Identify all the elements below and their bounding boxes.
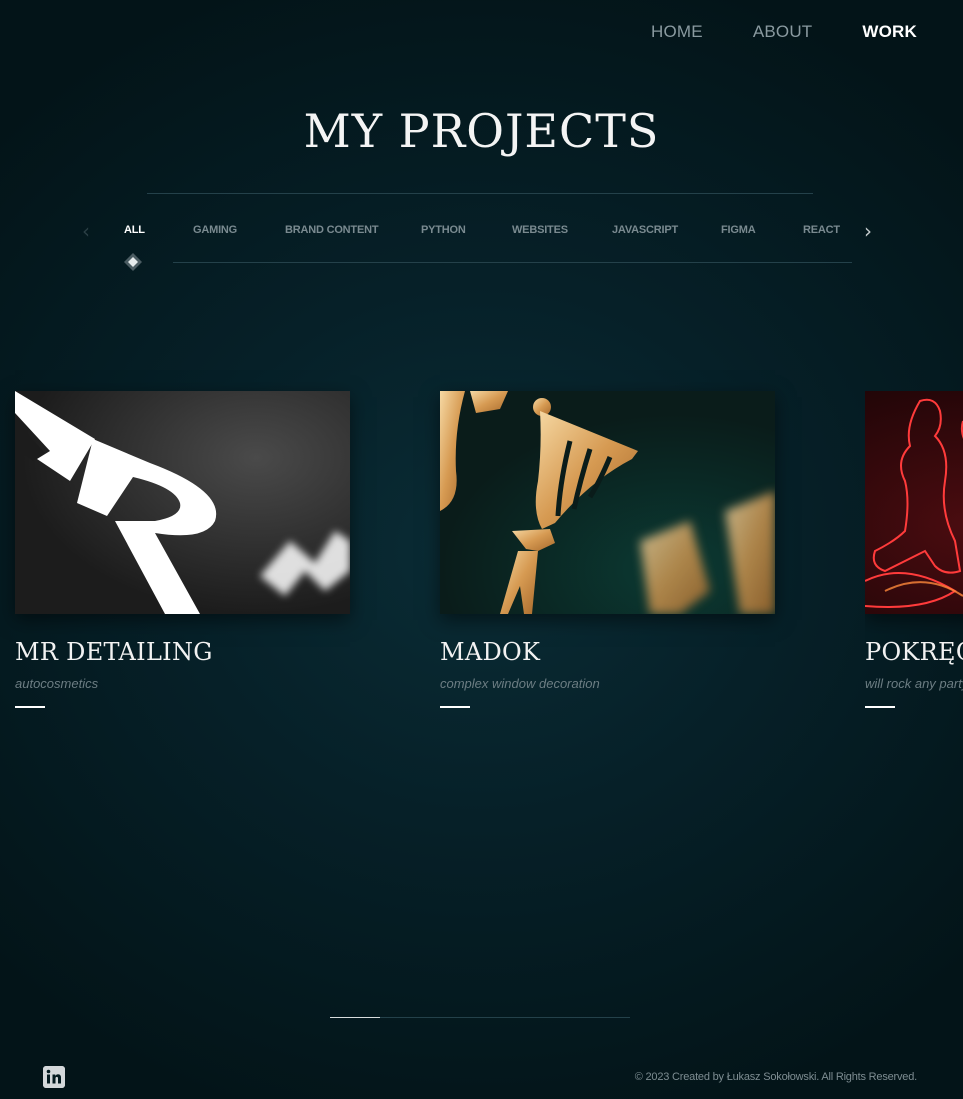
filter-next-arrow-icon[interactable]: › xyxy=(864,221,872,241)
project-image-pokrecone[interactable] xyxy=(865,391,963,614)
nav-about-link[interactable]: ABOUT xyxy=(753,22,813,42)
project-title: MADOK xyxy=(440,638,541,666)
filter-tab-react[interactable]: REACT xyxy=(803,224,840,236)
project-card[interactable]: MADOK complex window decoration xyxy=(440,391,775,708)
filter-tab-javascript[interactable]: JAVASCRIPT xyxy=(612,224,678,236)
filter-tab-figma[interactable]: FIGMA xyxy=(721,224,756,236)
project-subtitle: will rock any party xyxy=(865,676,963,691)
project-card[interactable]: MR DETAILING autocosmetics xyxy=(15,391,350,708)
page-title: MY PROJECTS xyxy=(303,104,660,158)
project-underline xyxy=(15,706,45,708)
slider-progress-track[interactable] xyxy=(330,1017,630,1018)
filter-tab-python[interactable]: PYTHON xyxy=(421,224,466,236)
main-nav: HOME ABOUT WORK xyxy=(651,22,917,42)
title-divider xyxy=(147,193,813,194)
filter-tab-websites[interactable]: WEBSITES xyxy=(512,224,568,236)
filter-tab-all[interactable]: ALL xyxy=(124,224,145,236)
filter-divider xyxy=(173,262,852,263)
project-underline xyxy=(440,706,470,708)
project-title: POKRĘCONE xyxy=(865,638,963,666)
project-subtitle: complex window decoration xyxy=(440,676,600,691)
project-image-madok[interactable] xyxy=(440,391,775,614)
project-subtitle: autocosmetics xyxy=(15,676,99,691)
filter-tab-gaming[interactable]: GAMING xyxy=(193,224,237,236)
copyright-text: © 2023 Created by Łukasz Sokołowski. All… xyxy=(634,1071,917,1083)
linkedin-icon[interactable] xyxy=(43,1066,65,1088)
filter-tab-brand-content[interactable]: BRAND CONTENT xyxy=(285,224,379,236)
project-image-mr-detailing[interactable] xyxy=(15,391,350,614)
slider-progress-fill xyxy=(330,1017,380,1018)
nav-home-link[interactable]: HOME xyxy=(651,22,703,42)
project-underline xyxy=(865,706,895,708)
active-tab-diamond-icon xyxy=(124,253,142,271)
project-title: MR DETAILING xyxy=(15,638,213,666)
filter-prev-arrow-icon[interactable]: ‹ xyxy=(82,221,90,241)
project-card[interactable]: POKRĘCONE will rock any party xyxy=(865,391,963,708)
nav-work-link[interactable]: WORK xyxy=(862,22,917,42)
